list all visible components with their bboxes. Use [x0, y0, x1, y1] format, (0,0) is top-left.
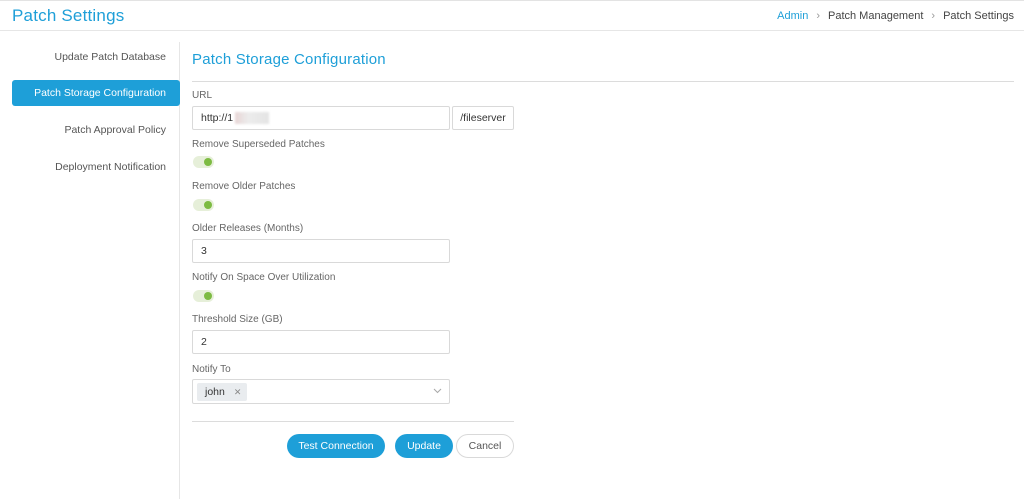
url-value: http://1 — [201, 112, 234, 124]
chevron-right-icon: › — [816, 10, 820, 22]
breadcrumb-admin[interactable]: Admin — [777, 10, 808, 22]
remove-superseded-toggle[interactable] — [193, 156, 214, 168]
settings-sidebar: Update Patch Database Patch Storage Conf… — [8, 42, 180, 499]
threshold-value: 2 — [201, 336, 207, 348]
patch-storage-form: Patch Storage Configuration URL http://1… — [192, 40, 1014, 499]
remove-older-label: Remove Older Patches — [192, 181, 296, 192]
url-input[interactable]: http://1 — [192, 106, 450, 130]
section-title: Patch Storage Configuration — [192, 51, 386, 68]
sidebar-item-deployment-notification[interactable]: Deployment Notification — [12, 154, 180, 180]
close-icon[interactable]: ✕ — [234, 387, 242, 398]
notify-space-toggle[interactable] — [193, 290, 214, 302]
page-title: Patch Settings — [12, 6, 125, 25]
url-suffix: /fileserver — [452, 106, 514, 130]
redacted-text — [235, 112, 270, 124]
notify-space-label: Notify On Space Over Utilization — [192, 272, 336, 283]
update-button[interactable]: Update — [395, 434, 453, 458]
sidebar-item-patch-storage-configuration[interactable]: Patch Storage Configuration — [12, 80, 180, 106]
chevron-right-icon: › — [931, 10, 936, 22]
test-connection-button[interactable]: Test Connection — [287, 434, 385, 458]
sidebar-item-patch-approval-policy[interactable]: Patch Approval Policy — [12, 117, 180, 143]
toggle-knob — [204, 158, 212, 166]
url-label: URL — [192, 90, 213, 101]
threshold-input[interactable]: 2 — [192, 330, 450, 354]
form-divider — [192, 421, 514, 422]
older-releases-value: 3 — [201, 245, 207, 257]
older-releases-label: Older Releases (Months) — [192, 223, 304, 234]
title-divider — [192, 81, 1014, 82]
chevron-down-icon — [433, 388, 442, 394]
older-releases-input[interactable]: 3 — [192, 239, 450, 263]
recipient-tag-label: john — [205, 386, 225, 398]
breadcrumb-patch-settings: Patch Settings — [943, 10, 1014, 22]
toggle-knob — [204, 201, 212, 209]
breadcrumb: Admin › Patch Management › Patch Setting… — [777, 10, 1014, 22]
toggle-knob — [204, 292, 212, 300]
remove-older-toggle[interactable] — [193, 199, 214, 211]
recipient-tag: john ✕ — [197, 383, 248, 401]
breadcrumb-patch-management[interactable]: Patch Management — [828, 10, 923, 22]
remove-superseded-label: Remove Superseded Patches — [192, 139, 325, 150]
cancel-button[interactable]: Cancel — [456, 434, 514, 458]
threshold-label: Threshold Size (GB) — [192, 314, 283, 325]
sidebar-item-update-patch-database[interactable]: Update Patch Database — [12, 44, 180, 70]
notify-to-label: Notify To — [192, 364, 231, 375]
top-bar: Patch Settings Admin › Patch Management … — [0, 0, 1024, 31]
notify-to-select[interactable]: john ✕ — [192, 379, 450, 404]
